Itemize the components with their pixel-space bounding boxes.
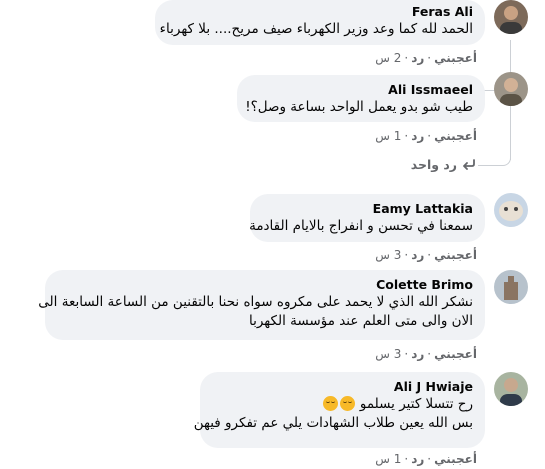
comment-text: سمعنا في تحسن و انفراج بالايام القادمة [249, 218, 473, 234]
comment-bubble: Ali Issmaeel طيب شو بدو يعمل الواحد بساع… [237, 75, 485, 122]
comment-text: طيب شو بدو يعمل الواحد بساعة وصل؟! [245, 99, 473, 115]
comment-text-line: الان والى متى العلم عند مؤسسة الكهربا [248, 313, 473, 329]
comment-bubble: Ali J Hwiaje رح تتسلا كتير يسلمو بس الله… [193, 372, 485, 448]
comment-author[interactable]: Feras Ali [167, 4, 473, 20]
comment-author[interactable]: Colette Brimo [57, 277, 473, 293]
comment-author[interactable]: Eamy Lattakia [262, 201, 473, 217]
reply-link[interactable]: رد [411, 51, 424, 65]
comment-bubble: Eamy Lattakia سمعنا في تحسن و انفراج بال… [249, 194, 485, 242]
comment-time[interactable]: 2 س [375, 51, 401, 65]
comment-time[interactable]: 3 س [375, 248, 401, 262]
comment-author[interactable]: Ali J Hwiaje [212, 379, 473, 395]
like-link[interactable]: أعجبني [434, 347, 477, 361]
like-link[interactable]: أعجبني [434, 129, 477, 143]
thread-line-branch [478, 145, 511, 166]
reply-link[interactable]: رد [411, 129, 424, 143]
comment-text-line: نشكر الله الذي لا يحمد على مكروه سواه نح… [38, 294, 473, 310]
comment-bubble: Feras Ali الحمد لله كما وعد وزير الكهربا… [155, 0, 485, 45]
avatar[interactable] [494, 72, 528, 106]
avatar[interactable] [494, 0, 528, 34]
comment-text-line: بس الله يعين طلاب الشهادات يلي عم تفكرو … [193, 415, 473, 431]
avatar[interactable] [494, 372, 528, 406]
comment-actions: أعجبني·رد·1 س [375, 129, 477, 143]
like-link[interactable]: أعجبني [434, 51, 477, 65]
comment-text-line: رح تتسلا كتير يسلمو [212, 395, 473, 414]
comment-actions: أعجبني·رد·3 س [375, 248, 477, 262]
upside-down-face-icon [322, 396, 338, 411]
comment-actions: أعجبني·رد·2 س [375, 51, 477, 65]
comment-time[interactable]: 1 س [375, 129, 401, 143]
comment-text: الحمد لله كما وعد وزير الكهرباء صيف مريح… [159, 21, 473, 37]
reply-link[interactable]: رد [411, 452, 424, 466]
comment-text: رح تتسلا كتير يسلمو [359, 396, 473, 412]
view-replies-label: رد واحد [410, 157, 457, 172]
avatar[interactable] [494, 193, 528, 227]
upside-down-face-icon [339, 396, 355, 411]
reply-link[interactable]: رد [411, 347, 424, 361]
view-replies-link[interactable]: رد واحد [411, 157, 475, 172]
comment-time[interactable]: 1 س [375, 452, 401, 466]
comment-actions: أعجبني·رد·3 س [375, 347, 477, 361]
reply-link[interactable]: رد [411, 248, 424, 262]
comment-author[interactable]: Ali Issmaeel [249, 82, 473, 98]
like-link[interactable]: أعجبني [434, 452, 477, 466]
comment-bubble: Colette Brimo نشكر الله الذي لا يحمد على… [38, 270, 485, 340]
comment-time[interactable]: 3 س [375, 347, 401, 361]
reply-arrow-icon [463, 159, 475, 170]
avatar[interactable] [494, 270, 528, 304]
like-link[interactable]: أعجبني [434, 248, 477, 262]
comment-actions: أعجبني·رد·1 س [375, 452, 477, 466]
